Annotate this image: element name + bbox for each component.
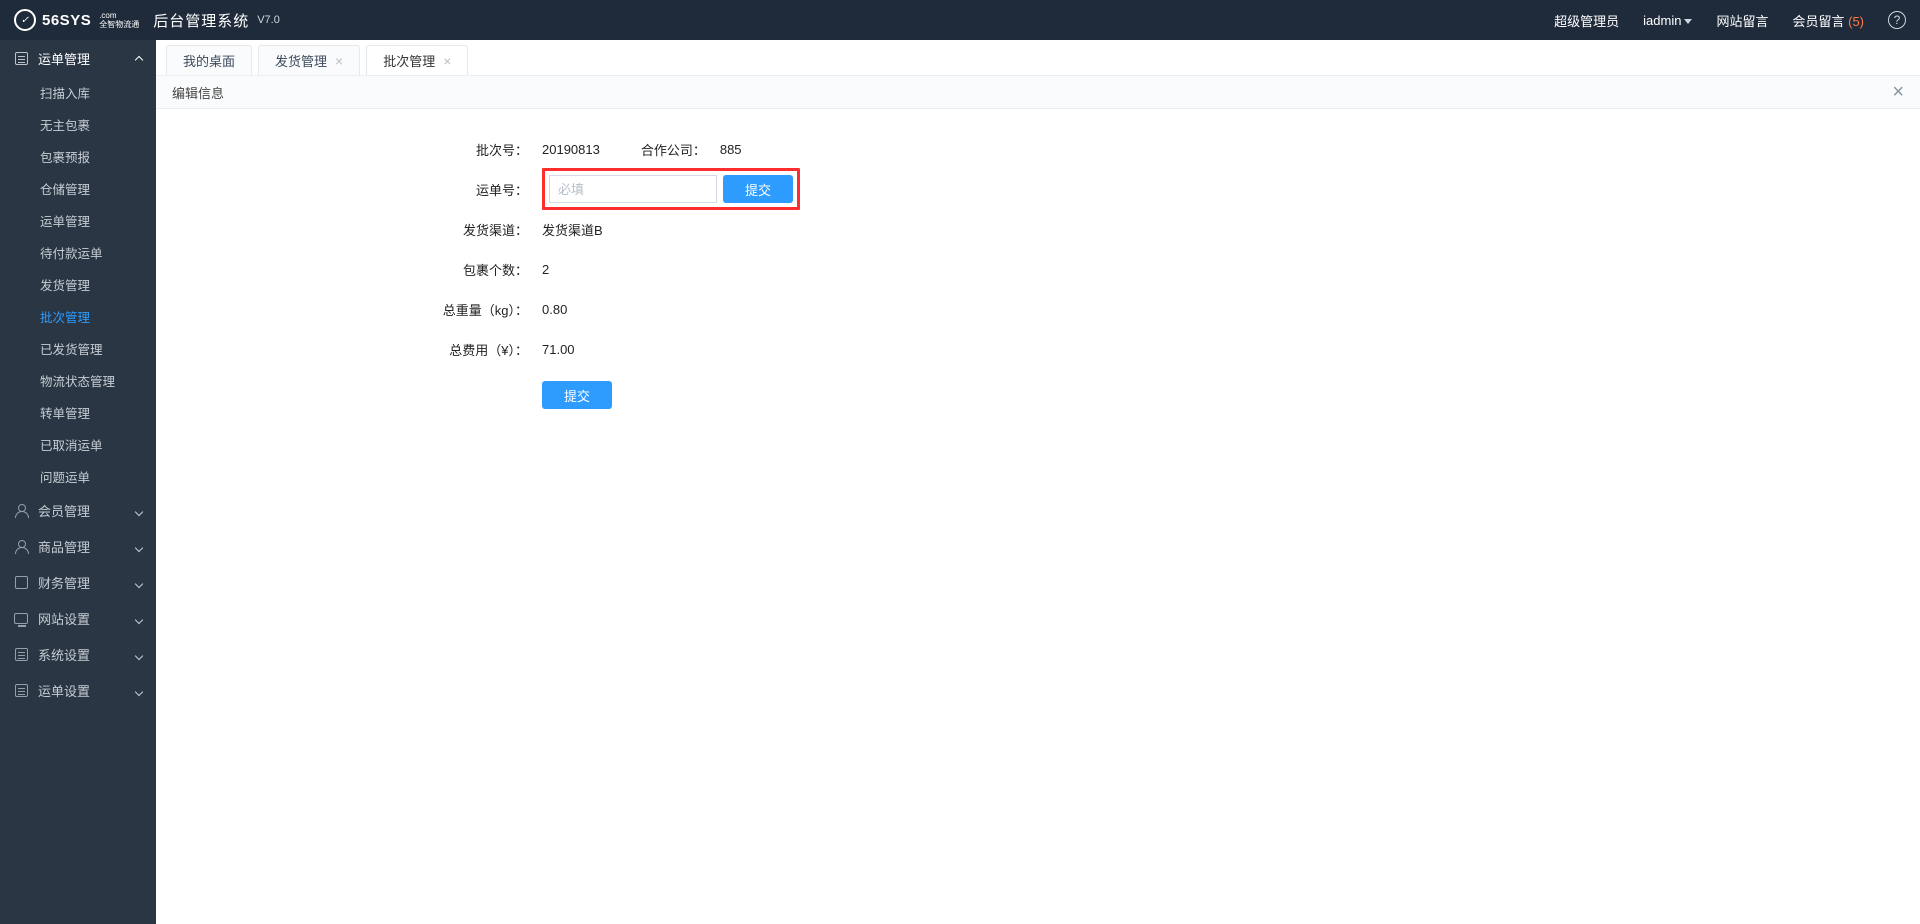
sidebar-item-scan-in[interactable]: 扫描入库 [0, 76, 156, 108]
value-channel: 发货渠道B [542, 220, 603, 239]
member-msg-link[interactable]: 会员留言 (5) [1792, 11, 1864, 30]
label-total-weight: 总重量（kg）： [156, 300, 542, 319]
chevron-down-icon [136, 539, 142, 554]
panel-title: 编辑信息 [172, 83, 224, 102]
main-area: 我的桌面 发货管理× 批次管理× 编辑信息 × 批次号： 20190813 合作… [156, 40, 1920, 924]
label-waybill: 运单号： [156, 180, 542, 199]
tab-desktop[interactable]: 我的桌面 [166, 45, 252, 75]
sidebar-group-finance[interactable]: 财务管理 [0, 564, 156, 600]
label-channel: 发货渠道： [156, 220, 542, 239]
doc-icon [14, 683, 28, 697]
highlight-box: 提交 [542, 168, 800, 210]
help-icon[interactable]: ? [1888, 11, 1906, 29]
sidebar-item-unclaimed[interactable]: 无主包裹 [0, 108, 156, 140]
label-total-cost: 总费用（¥）： [156, 340, 542, 359]
user-icon [14, 539, 28, 553]
chevron-down-icon [136, 611, 142, 626]
sidebar-group-waybill-cfg[interactable]: 运单设置 [0, 672, 156, 708]
sidebar-item-waybill[interactable]: 运单管理 [0, 204, 156, 236]
sidebar-group-waybill[interactable]: 运单管理 [0, 40, 156, 76]
label-batch-no: 批次号： [156, 140, 542, 159]
role-label: 超级管理员 [1554, 11, 1619, 30]
close-icon[interactable]: × [335, 54, 343, 68]
sidebar-item-storage[interactable]: 仓储管理 [0, 172, 156, 204]
sidebar-item-problem[interactable]: 问题运单 [0, 460, 156, 492]
chevron-up-icon [136, 51, 142, 66]
site-msg-link[interactable]: 网站留言 [1716, 11, 1768, 30]
panel-close-icon[interactable]: × [1892, 82, 1904, 102]
logo[interactable]: ✓ 56SYS.com全智物流通 [14, 9, 139, 31]
value-total-cost: 71.00 [542, 342, 575, 357]
label-partner: 合作公司： [600, 140, 720, 159]
sidebar-group-system[interactable]: 系统设置 [0, 636, 156, 672]
waybill-input[interactable] [549, 175, 717, 203]
close-icon[interactable]: × [443, 54, 451, 68]
user-menu[interactable]: iadmin [1643, 13, 1692, 28]
sidebar-item-batch-mgmt[interactable]: 批次管理 [0, 300, 156, 332]
tabbar: 我的桌面 发货管理× 批次管理× [156, 40, 1920, 75]
sidebar-item-ship-mgmt[interactable]: 发货管理 [0, 268, 156, 300]
sidebar-item-pending-pay[interactable]: 待付款运单 [0, 236, 156, 268]
tab-ship-mgmt[interactable]: 发货管理× [258, 45, 360, 75]
sidebar-group-site[interactable]: 网站设置 [0, 600, 156, 636]
system-title: 后台管理系统 [153, 10, 249, 31]
value-batch-no: 20190813 [542, 142, 600, 157]
logo-text: 56SYS [42, 12, 91, 29]
tab-batch-mgmt[interactable]: 批次管理× [366, 45, 468, 75]
label-pkg-count: 包裹个数： [156, 260, 542, 279]
sidebar-item-forecast[interactable]: 包裹预报 [0, 140, 156, 172]
form-submit-button[interactable]: 提交 [542, 381, 612, 409]
user-icon [14, 503, 28, 517]
doc-icon [14, 647, 28, 661]
waybill-submit-button[interactable]: 提交 [723, 175, 793, 203]
coin-icon [14, 575, 28, 589]
sidebar-item-transfer[interactable]: 转单管理 [0, 396, 156, 428]
value-pkg-count: 2 [542, 262, 549, 277]
edit-form: 批次号： 20190813 合作公司： 885 运单号： 提交 发货渠道： 发货… [156, 109, 1920, 409]
panel-titlebar: 编辑信息 × [156, 75, 1920, 109]
sidebar-group-product[interactable]: 商品管理 [0, 528, 156, 564]
value-partner: 885 [720, 142, 742, 157]
sidebar-item-logistics-status[interactable]: 物流状态管理 [0, 364, 156, 396]
monitor-icon [14, 611, 28, 625]
sidebar-subitems: 扫描入库 无主包裹 包裹预报 仓储管理 运单管理 待付款运单 发货管理 批次管理… [0, 76, 156, 492]
top-header: ✓ 56SYS.com全智物流通 后台管理系统 V7.0 超级管理员 iadmi… [0, 0, 1920, 40]
header-right: 超级管理员 iadmin 网站留言 会员留言 (5) ? [1554, 11, 1906, 30]
system-version: V7.0 [257, 14, 280, 26]
chevron-down-icon [136, 503, 142, 518]
chevron-down-icon [136, 647, 142, 662]
sidebar: 运单管理 扫描入库 无主包裹 包裹预报 仓储管理 运单管理 待付款运单 发货管理… [0, 40, 156, 924]
sidebar-item-shipped[interactable]: 已发货管理 [0, 332, 156, 364]
chevron-down-icon [136, 575, 142, 590]
logo-icon: ✓ [14, 9, 36, 31]
sidebar-group-member[interactable]: 会员管理 [0, 492, 156, 528]
sidebar-item-cancelled[interactable]: 已取消运单 [0, 428, 156, 460]
chevron-down-icon [136, 683, 142, 698]
value-total-weight: 0.80 [542, 302, 567, 317]
member-msg-count: (5) [1848, 14, 1864, 29]
doc-icon [14, 51, 28, 65]
chevron-down-icon [1684, 19, 1692, 24]
